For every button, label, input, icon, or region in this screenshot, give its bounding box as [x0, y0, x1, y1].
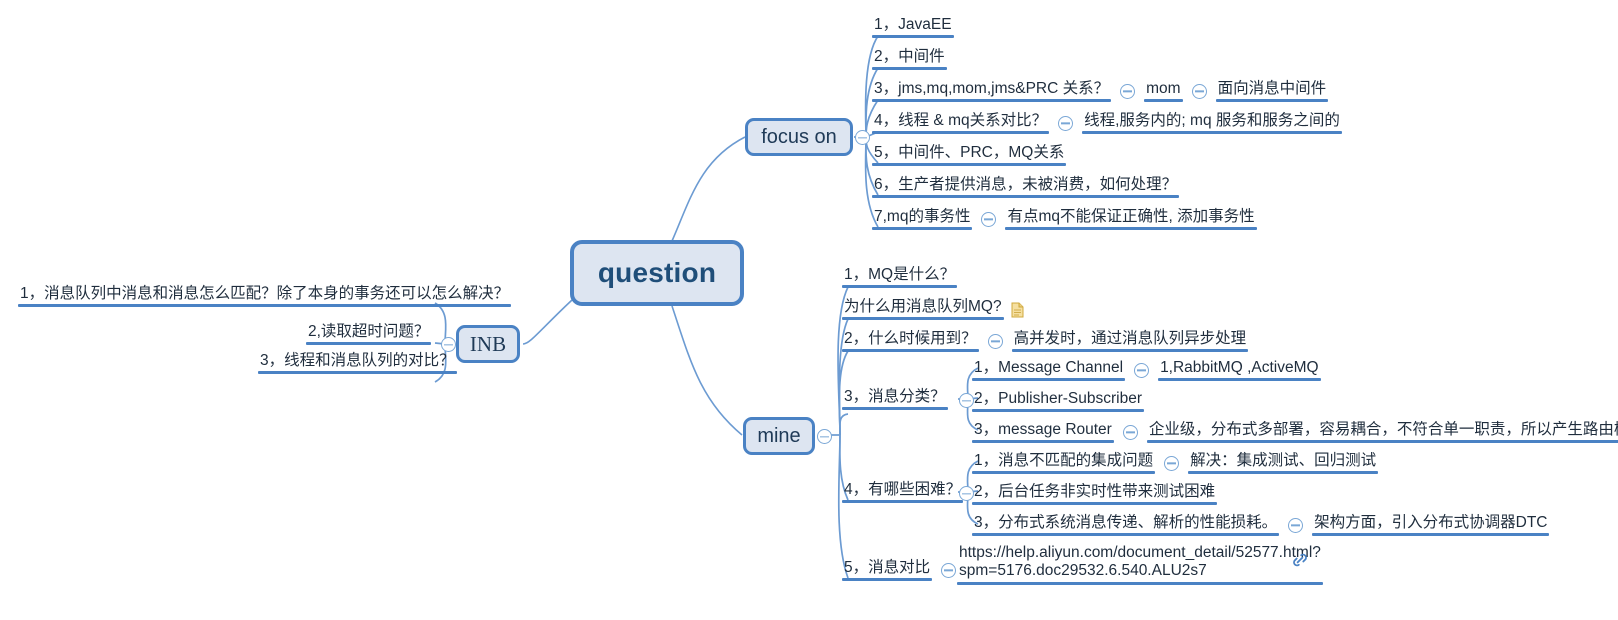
collapse-toggle-icon[interactable] — [1058, 115, 1074, 131]
mine-item-4-child-2[interactable]: 2，后台任务非实时性带来测试困难 — [972, 483, 1218, 505]
mine-item-5[interactable]: 5，消息对比 — [842, 559, 965, 581]
focus-on-item-4[interactable]: 4，线程 & mq关系对比？ 线程,服务内的; mq 服务和服务之间的 — [872, 112, 1342, 134]
item-text: 1，MQ是什么？ — [842, 266, 958, 288]
item-text: 面向消息中间件 — [1215, 80, 1329, 102]
mine-item-3-child-1[interactable]: 1，Message Channel 1,RabbitMQ ,ActiveMQ — [972, 359, 1321, 381]
collapse-toggle-icon[interactable] — [1164, 455, 1180, 471]
mine-item-1[interactable]: 1，MQ是什么？ — [842, 266, 958, 288]
mine-item-3[interactable]: 3，消息分类？ — [842, 388, 948, 410]
item-text: 1，消息不匹配的集成问题 — [972, 452, 1156, 474]
url-text[interactable]: https://help.aliyun.com/document_detail/… — [957, 544, 1323, 585]
item-text: 3，线程和消息队列的对比？ — [258, 352, 457, 374]
collapse-toggle-icon[interactable] — [941, 562, 957, 578]
branch-node-label-inb: INB — [469, 331, 507, 356]
focus-on-item-6[interactable]: 6，生产者提供消息，未被消费，如何处理？ — [872, 176, 1180, 198]
link-icon[interactable] — [1291, 551, 1309, 569]
collapse-toggle-icon[interactable] — [1122, 424, 1138, 440]
item-text: 4，线程 & mq关系对比？ — [872, 112, 1050, 134]
item-text: 1，JavaEE — [872, 16, 954, 38]
item-text: 高并发时，通过消息队列异步处理 — [1011, 330, 1249, 352]
collapse-toggle-mine[interactable] — [817, 429, 832, 444]
branch-node-label-mine: mine — [757, 424, 801, 447]
focus-on-item-5[interactable]: 5，中间件、PRC，MQ关系 — [872, 144, 1067, 166]
collapse-toggle-icon[interactable] — [1191, 83, 1207, 99]
item-text: 架构方面，引入分布式协调器DTC — [1312, 514, 1550, 536]
inb-item-3[interactable]: 3，线程和消息队列的对比？ — [258, 352, 457, 374]
item-text: 7,mq的事务性 — [872, 208, 973, 230]
focus-on-item-7[interactable]: 7,mq的事务性 有点mq不能保证正确性, 添加事务性 — [872, 208, 1257, 230]
root-node-question[interactable]: question — [570, 240, 744, 306]
item-text: 为什么用消息队列MQ? — [842, 298, 1004, 320]
focus-on-item-2[interactable]: 2，中间件 — [872, 48, 947, 70]
focus-on-item-1[interactable]: 1，JavaEE — [872, 16, 954, 38]
inb-item-1[interactable]: 1，消息队列中消息和消息怎么匹配？除了本身的事务还可以怎么解决？ — [18, 285, 512, 307]
collapse-toggle-icon[interactable] — [1134, 362, 1150, 378]
collapse-toggle-icon[interactable] — [981, 211, 997, 227]
collapse-toggle-icon[interactable] — [1120, 83, 1136, 99]
branch-node-focus-on[interactable]: focus on — [745, 118, 853, 156]
item-text: 2，Publisher-Subscriber — [972, 390, 1144, 412]
mindmap-canvas: question focus on 1，JavaEE 2，中间件 3，jms,m… — [0, 0, 1618, 620]
item-text: 6，生产者提供消息，未被消费，如何处理？ — [872, 176, 1180, 198]
item-text: 2，中间件 — [872, 48, 947, 70]
focus-on-item-3[interactable]: 3，jms,mq,mom,jms&PRC 关系？ mom 面向消息中间件 — [872, 80, 1329, 102]
item-text: 3，分布式系统消息传递、解析的性能损耗。 — [972, 514, 1280, 536]
item-text: 1,RabbitMQ ,ActiveMQ — [1158, 359, 1321, 381]
item-text: 有点mq不能保证正确性, 添加事务性 — [1005, 208, 1257, 230]
mine-item-note[interactable]: 为什么用消息队列MQ? — [842, 298, 1024, 320]
branch-node-inb[interactable]: INB — [456, 325, 520, 363]
inb-item-2[interactable]: 2,读取超时问题？ — [306, 323, 432, 345]
item-text: 3，消息分类？ — [842, 388, 948, 410]
mine-item-4-child-1[interactable]: 1，消息不匹配的集成问题 解决：集成测试、回归测试 — [972, 452, 1379, 474]
item-text: 企业级，分布式多部署，容易耦合，不符合单一职责，所以产生路由模式 — [1146, 421, 1618, 443]
item-text: 2，什么时候用到？ — [842, 330, 979, 352]
collapse-toggle-icon[interactable] — [1288, 517, 1304, 533]
item-text: 2,读取超时问题？ — [306, 323, 432, 345]
item-text: 5，消息对比 — [842, 559, 933, 581]
root-node-label: question — [597, 257, 717, 288]
collapse-toggle-icon[interactable] — [987, 333, 1003, 349]
mine-item-4-child-3[interactable]: 3，分布式系统消息传递、解析的性能损耗。 架构方面，引入分布式协调器DTC — [972, 514, 1550, 536]
item-text: 5，中间件、PRC，MQ关系 — [872, 144, 1067, 166]
item-text: 解决：集成测试、回归测试 — [1188, 452, 1379, 474]
mine-item-5-url[interactable]: https://help.aliyun.com/document_detail/… — [957, 544, 1323, 585]
mine-item-3-child-3[interactable]: 3，message Router 企业级，分布式多部署，容易耦合，不符合单一职责… — [972, 421, 1618, 443]
mine-item-3-child-2[interactable]: 2，Publisher-Subscriber — [972, 390, 1144, 412]
item-text: mom — [1144, 80, 1184, 102]
branch-node-label-focus-on: focus on — [761, 125, 837, 148]
item-text: 3，message Router — [972, 421, 1114, 443]
collapse-toggle-inb[interactable] — [441, 337, 456, 352]
branch-node-mine[interactable]: mine — [743, 417, 815, 455]
mine-item-4[interactable]: 4，有哪些困难？ — [842, 481, 964, 503]
item-text: 4，有哪些困难？ — [842, 481, 964, 503]
mine-item-2[interactable]: 2，什么时候用到？ 高并发时，通过消息队列异步处理 — [842, 330, 1249, 352]
item-text: 1，Message Channel — [972, 359, 1126, 381]
document-icon[interactable] — [1011, 302, 1024, 318]
collapse-toggle-focus-on[interactable] — [855, 130, 870, 145]
item-text: 1，消息队列中消息和消息怎么匹配？除了本身的事务还可以怎么解决？ — [18, 285, 512, 307]
item-text: 2，后台任务非实时性带来测试困难 — [972, 483, 1218, 505]
item-text: 线程,服务内的; mq 服务和服务之间的 — [1082, 112, 1342, 134]
item-text: 3，jms,mq,mom,jms&PRC 关系？ — [872, 80, 1112, 102]
